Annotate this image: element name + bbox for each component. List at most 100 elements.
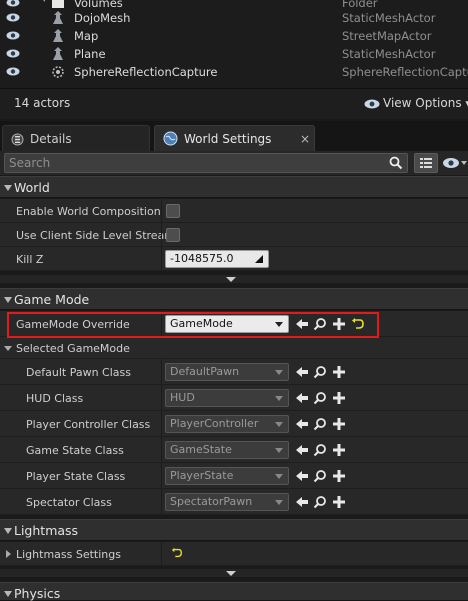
browse-search-icon[interactable] [313, 443, 327, 457]
chevron-down-icon [275, 422, 283, 427]
player-state-class-combo[interactable]: PlayerState [165, 467, 289, 485]
tab-world-settings[interactable]: World Settings × [154, 125, 315, 151]
kill-z-field[interactable]: -1048575.0 [165, 250, 269, 268]
outliner-row[interactable]: DojoMesh StaticMeshActor [0, 9, 468, 27]
expand-arrow-icon[interactable]: ▾ [42, 0, 47, 5]
visibility-eye-icon[interactable] [6, 0, 20, 7]
tab-details[interactable]: Details [2, 125, 150, 151]
spectator-class-combo[interactable]: SpectatorPawn [165, 493, 289, 511]
property-use-client-side-level-stream: Use Client Side Level Stream [0, 223, 468, 247]
section-world[interactable]: World [0, 176, 468, 198]
details-tab-bar: Details World Settings × [0, 121, 468, 151]
eye-icon [364, 99, 380, 109]
advanced-expander[interactable] [0, 569, 468, 577]
use-selected-arrow-icon[interactable] [295, 495, 309, 509]
default-pawn-class-combo[interactable]: DefaultPawn [165, 363, 289, 381]
property-label: HUD Class [26, 392, 84, 405]
search-placeholder: Search [9, 156, 51, 170]
column-divider[interactable] [161, 542, 162, 565]
add-new-plus-icon[interactable] [332, 417, 346, 431]
search-icon[interactable] [389, 156, 403, 170]
enable-world-composition-checkbox[interactable] [166, 204, 180, 218]
hud-class-combo[interactable]: HUD [165, 389, 289, 407]
column-divider[interactable] [161, 223, 162, 246]
browse-search-icon[interactable] [313, 495, 327, 509]
outliner-row[interactable]: Plane StaticMeshActor [0, 45, 468, 63]
close-icon[interactable]: × [300, 126, 310, 152]
outliner-row[interactable]: SphereReflectionCapture SphereReflection… [0, 63, 468, 81]
world-icon [163, 131, 178, 146]
outliner-item-name: SphereReflectionCapture [74, 65, 218, 79]
property-label: Enable World Composition [16, 205, 161, 218]
column-divider[interactable] [161, 199, 162, 222]
kill-z-value: -1048575.0 [170, 252, 234, 265]
column-divider[interactable] [161, 437, 162, 462]
visibility-eye-icon[interactable] [6, 49, 20, 58]
property-spectator-class: Spectator Class SpectatorPawn [0, 489, 468, 515]
visibility-eye-icon[interactable] [6, 31, 20, 40]
section-game-mode[interactable]: Game Mode [0, 288, 468, 310]
column-divider[interactable] [161, 311, 162, 336]
drag-handle-icon[interactable] [254, 254, 264, 264]
use-client-side-level-stream-checkbox[interactable] [166, 228, 180, 242]
outliner-footer: 14 actors View Options ▼ [0, 88, 468, 119]
use-selected-arrow-icon[interactable] [295, 317, 309, 331]
visibility-eye-icon[interactable] [6, 67, 20, 76]
browse-search-icon[interactable] [313, 391, 327, 405]
outliner-item-type: SphereReflectionCapture [342, 65, 468, 79]
browse-search-icon[interactable] [313, 469, 327, 483]
property-matrix-button[interactable] [414, 153, 438, 173]
column-divider[interactable] [161, 489, 162, 514]
add-new-plus-icon[interactable] [332, 317, 346, 331]
browse-search-icon[interactable] [313, 317, 327, 331]
outliner-item-type: StreetMapActor [342, 29, 432, 43]
view-options-eye-icon[interactable] [442, 157, 468, 169]
grid-list-icon [420, 158, 432, 168]
add-new-plus-icon[interactable] [332, 365, 346, 379]
game-state-class-combo[interactable]: GameState [165, 441, 289, 459]
view-options-label: View Options [383, 96, 462, 110]
column-divider[interactable] [161, 385, 162, 410]
use-selected-arrow-icon[interactable] [295, 469, 309, 483]
reset-to-default-icon[interactable] [171, 547, 183, 559]
gamemode-override-value: GameMode [170, 317, 233, 330]
collapse-arrow-icon[interactable] [4, 346, 12, 351]
column-divider[interactable] [161, 411, 162, 436]
add-new-plus-icon[interactable] [332, 391, 346, 405]
browse-search-icon[interactable] [313, 365, 327, 379]
reset-to-default-icon[interactable] [351, 317, 365, 331]
outliner-row[interactable]: Map StreetMapActor [0, 27, 468, 45]
add-new-plus-icon[interactable] [332, 443, 346, 457]
chevron-down-icon [275, 396, 283, 401]
section-lightmass[interactable]: Lightmass [0, 519, 468, 541]
property-label: Default Pawn Class [26, 366, 131, 379]
section-physics[interactable]: Physics [0, 582, 468, 601]
use-selected-arrow-icon[interactable] [295, 391, 309, 405]
player-controller-class-combo[interactable]: PlayerController [165, 415, 289, 433]
class-value: GameState [170, 443, 232, 456]
browse-search-icon[interactable] [313, 417, 327, 431]
column-divider[interactable] [161, 247, 162, 270]
use-selected-arrow-icon[interactable] [295, 365, 309, 379]
chevron-down-icon [275, 500, 283, 505]
use-selected-arrow-icon[interactable] [295, 417, 309, 431]
use-selected-arrow-icon[interactable] [295, 443, 309, 457]
add-new-plus-icon[interactable] [332, 469, 346, 483]
tab-details-label: Details [30, 132, 72, 146]
property-player-state-class: Player State Class PlayerState [0, 463, 468, 489]
details-icon [11, 133, 24, 146]
visibility-eye-icon[interactable] [6, 13, 20, 22]
gamemode-override-combo[interactable]: GameMode [165, 315, 289, 333]
property-label: Game State Class [26, 444, 124, 457]
view-options-button[interactable]: View Options ▼ [364, 96, 468, 110]
column-divider[interactable] [161, 463, 162, 488]
expand-arrow-icon[interactable] [6, 550, 11, 558]
column-divider[interactable] [161, 359, 162, 384]
add-new-plus-icon[interactable] [332, 495, 346, 509]
search-bar: Search [0, 151, 468, 175]
property-player-controller-class: Player Controller Class PlayerController [0, 411, 468, 437]
chevron-down-icon [275, 474, 283, 479]
search-input[interactable]: Search [4, 153, 408, 173]
world-outliner: ▾ Volumes Folder DojoMesh StaticMeshActo… [0, 0, 468, 88]
advanced-expander[interactable] [0, 275, 468, 283]
